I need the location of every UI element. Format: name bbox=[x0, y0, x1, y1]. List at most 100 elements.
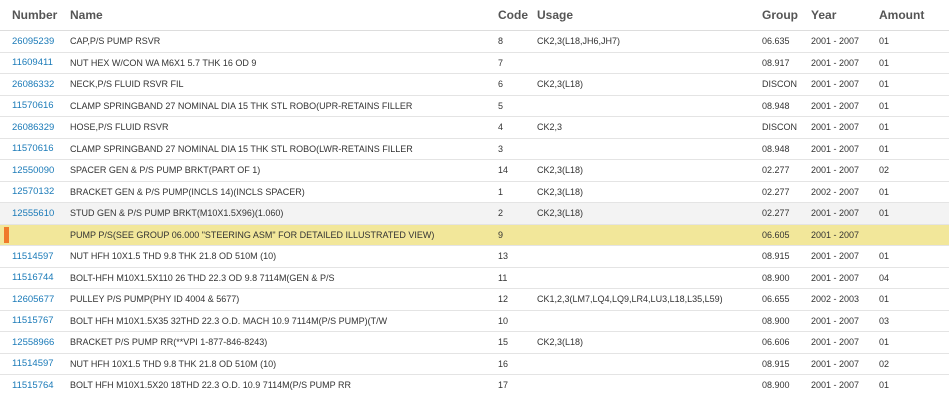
table-row[interactable]: 26086329 HOSE,P/S FLUID RSVR 4 CK2,3 DIS… bbox=[0, 116, 949, 138]
year-cell: 2001 - 2007 bbox=[799, 94, 867, 117]
code-cell: 14 bbox=[486, 159, 525, 181]
table-row[interactable]: 12570132 BRACKET GEN & P/S PUMP(INCLS 14… bbox=[0, 180, 949, 203]
part-number-cell: 12555610 bbox=[0, 202, 58, 224]
table-row[interactable]: 12550090 SPACER GEN & P/S PUMP BRKT(PART… bbox=[0, 159, 949, 181]
amount-cell: 02 bbox=[867, 159, 949, 181]
year-cell: 2001 - 2007 bbox=[799, 137, 867, 160]
part-number-link[interactable]: 26095239 bbox=[12, 36, 54, 47]
group-cell: DISCON bbox=[750, 116, 799, 138]
part-number-link[interactable]: 12555610 bbox=[12, 208, 54, 219]
part-number-link[interactable]: 11609411 bbox=[12, 57, 53, 68]
usage-cell: CK2,3(L18) bbox=[525, 331, 750, 353]
group-cell: 02.277 bbox=[750, 202, 799, 224]
part-name-cell: CAP,P/S PUMP RSVR bbox=[58, 30, 486, 52]
table-row[interactable]: 11514597 NUT HFH 10X1.5 THD 9.8 THK 21.8… bbox=[0, 352, 949, 375]
part-number-link[interactable]: 12550090 bbox=[12, 165, 54, 176]
part-number-link[interactable]: 26086329 bbox=[12, 122, 54, 133]
group-cell: 08.915 bbox=[750, 245, 799, 267]
table-row[interactable]: PUMP P/S(SEE GROUP 06.000 "STEERING ASM"… bbox=[0, 223, 949, 246]
part-name-cell: NUT HFH 10X1.5 THD 9.8 THK 21.8 OD 510M … bbox=[58, 352, 486, 375]
table-header: Number Name Code Usage Group Year Amount bbox=[0, 0, 949, 31]
part-name-cell: NUT HFH 10X1.5 THD 9.8 THK 21.8 OD 510M … bbox=[58, 245, 486, 267]
amount-cell: 01 bbox=[867, 137, 949, 160]
table-row[interactable]: 26086332 NECK,P/S FLUID RSVR FIL 6 CK2,3… bbox=[0, 73, 949, 95]
table-row[interactable]: 11570616 CLAMP SPRINGBAND 27 NOMINAL DIA… bbox=[0, 137, 949, 160]
group-cell: DISCON bbox=[750, 73, 799, 95]
part-number-cell: 12558966 bbox=[0, 331, 58, 353]
year-cell: 2001 - 2007 bbox=[799, 30, 867, 52]
code-cell: 15 bbox=[486, 331, 525, 353]
part-number-link[interactable]: 11514597 bbox=[12, 358, 54, 369]
usage-cell: CK2,3(L18) bbox=[525, 73, 750, 95]
group-cell: 08.915 bbox=[750, 352, 799, 375]
year-cell: 2001 - 2007 bbox=[799, 352, 867, 375]
header-year[interactable]: Year bbox=[799, 0, 867, 31]
year-cell: 2001 - 2007 bbox=[799, 73, 867, 95]
usage-cell bbox=[525, 245, 750, 267]
table-row[interactable]: 12555610 STUD GEN & P/S PUMP BRKT(M10X1.… bbox=[0, 202, 949, 224]
part-number-link[interactable]: 11515767 bbox=[12, 315, 54, 326]
amount-cell: 04 bbox=[867, 266, 949, 289]
part-number-link[interactable]: 11514597 bbox=[12, 251, 54, 262]
part-name-cell: BOLT HFH M10X1.5X35 32THD 22.3 O.D. MACH… bbox=[58, 309, 486, 332]
year-cell: 2001 - 2007 bbox=[799, 223, 867, 246]
part-number-link[interactable]: 11515764 bbox=[12, 380, 54, 391]
part-number-link[interactable]: 12605677 bbox=[12, 294, 54, 305]
table-row[interactable]: 11570616 CLAMP SPRINGBAND 27 NOMINAL DIA… bbox=[0, 94, 949, 117]
table-row[interactable]: 11609411 NUT HEX W/CON WA M6X1 5.7 THK 1… bbox=[0, 51, 949, 74]
usage-cell: CK1,2,3(LM7,LQ4,LQ9,LR4,LU3,L18,L35,L59) bbox=[525, 288, 750, 310]
amount-cell: 01 bbox=[867, 51, 949, 74]
usage-cell bbox=[525, 309, 750, 332]
table-row[interactable]: 11515764 BOLT HFH M10X1.5X20 18THD 22.3 … bbox=[0, 374, 949, 396]
usage-cell: CK2,3 bbox=[525, 116, 750, 138]
table-row[interactable]: 11516744 BOLT-HFH M10X1.5X110 26 THD 22.… bbox=[0, 266, 949, 289]
code-cell: 8 bbox=[486, 30, 525, 52]
code-cell: 9 bbox=[486, 223, 525, 246]
part-number-cell: 11515764 bbox=[0, 374, 58, 396]
header-name[interactable]: Name bbox=[58, 0, 486, 31]
part-number-link[interactable]: 11516744 bbox=[12, 272, 54, 283]
year-cell: 2002 - 2007 bbox=[799, 180, 867, 203]
table-row[interactable]: 12558966 BRACKET P/S PUMP RR(**VPI 1-877… bbox=[0, 331, 949, 353]
year-cell: 2002 - 2003 bbox=[799, 288, 867, 310]
header-code[interactable]: Code bbox=[486, 0, 528, 31]
code-cell: 4 bbox=[486, 116, 525, 138]
part-name-cell: BRACKET GEN & P/S PUMP(INCLS 14)(INCLS S… bbox=[58, 180, 486, 203]
part-number-cell: 11515767 bbox=[0, 309, 58, 332]
part-number-link[interactable]: 11570616 bbox=[12, 100, 54, 111]
group-cell: 02.277 bbox=[750, 180, 799, 203]
part-number-cell: 26086329 bbox=[0, 116, 58, 138]
part-name-cell: BOLT-HFH M10X1.5X110 26 THD 22.3 OD 9.8 … bbox=[58, 266, 486, 289]
amount-cell: 01 bbox=[867, 180, 949, 203]
part-name-cell: NUT HEX W/CON WA M6X1 5.7 THK 16 OD 9 bbox=[58, 51, 486, 74]
code-cell: 12 bbox=[486, 288, 525, 310]
part-name-cell: CLAMP SPRINGBAND 27 NOMINAL DIA 15 THK S… bbox=[58, 137, 486, 160]
usage-cell: CK2,3(L18) bbox=[525, 180, 750, 203]
year-cell: 2001 - 2007 bbox=[799, 309, 867, 332]
group-cell: 06.655 bbox=[750, 288, 799, 310]
table-row[interactable]: 12605677 PULLEY P/S PUMP(PHY ID 4004 & 5… bbox=[0, 288, 949, 310]
year-cell: 2001 - 2007 bbox=[799, 245, 867, 267]
table-row[interactable]: 26095239 CAP,P/S PUMP RSVR 8 CK2,3(L18,J… bbox=[0, 30, 949, 52]
header-number[interactable]: Number bbox=[0, 0, 58, 31]
part-number-link[interactable]: 12570132 bbox=[12, 186, 54, 197]
usage-cell bbox=[525, 374, 750, 396]
amount-cell: 01 bbox=[867, 94, 949, 117]
group-cell: 08.948 bbox=[750, 94, 799, 117]
part-number-link[interactable]: 12558966 bbox=[12, 337, 54, 348]
part-number-link[interactable]: 26086332 bbox=[12, 79, 54, 90]
usage-cell bbox=[525, 352, 750, 375]
year-cell: 2001 - 2007 bbox=[799, 202, 867, 224]
code-cell: 16 bbox=[486, 352, 525, 375]
amount-cell: 01 bbox=[867, 116, 949, 138]
header-amount[interactable]: Amount bbox=[867, 0, 949, 31]
table-row[interactable]: 11515767 BOLT HFH M10X1.5X35 32THD 22.3 … bbox=[0, 309, 949, 332]
header-group[interactable]: Group bbox=[750, 0, 799, 31]
part-name-cell: BOLT HFH M10X1.5X20 18THD 22.3 O.D. 10.9… bbox=[58, 374, 486, 396]
group-cell: 02.277 bbox=[750, 159, 799, 181]
header-usage[interactable]: Usage bbox=[525, 0, 750, 31]
table-row[interactable]: 11514597 NUT HFH 10X1.5 THD 9.8 THK 21.8… bbox=[0, 245, 949, 267]
code-cell: 1 bbox=[486, 180, 525, 203]
part-number-link[interactable]: 11570616 bbox=[12, 143, 54, 154]
amount-cell: 02 bbox=[867, 352, 949, 375]
